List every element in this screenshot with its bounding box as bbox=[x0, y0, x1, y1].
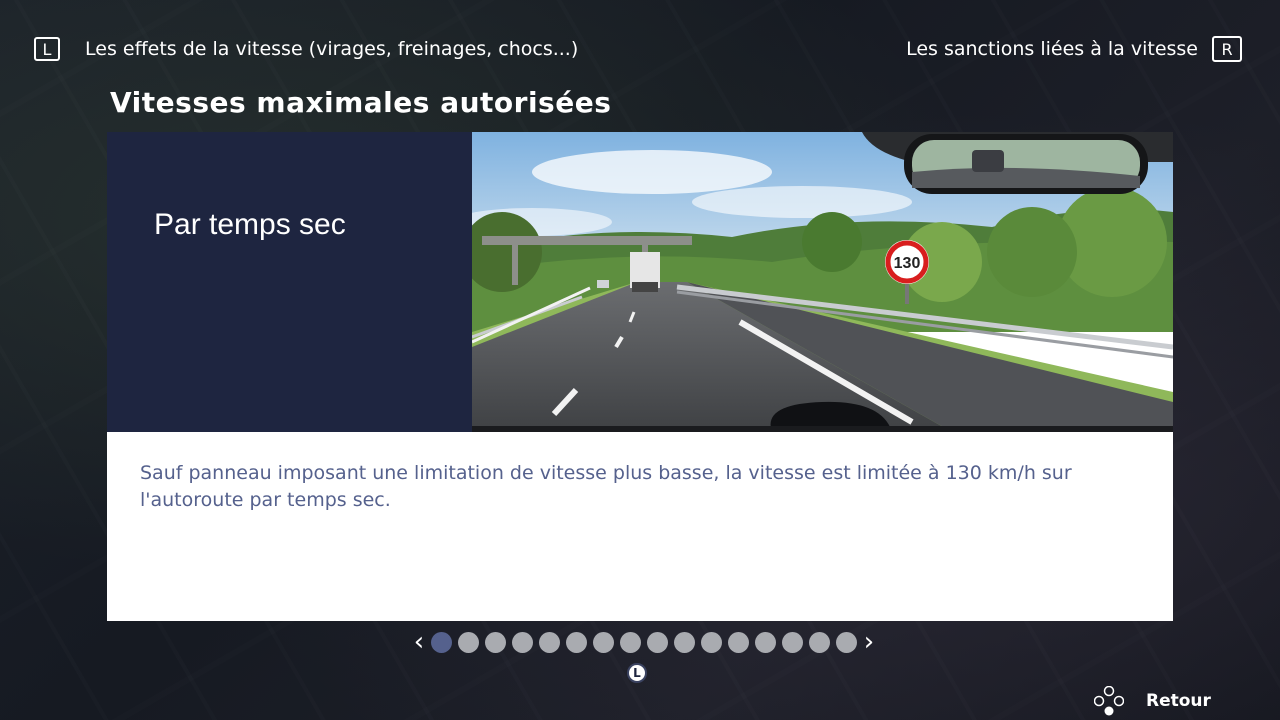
info-card: Par temps sec 130 Sauf panneau imposant … bbox=[107, 132, 1173, 621]
l-stick-icon: L bbox=[627, 663, 647, 683]
card-description: Sauf panneau imposant une limitation de … bbox=[140, 462, 1072, 511]
card-heading-panel: Par temps sec bbox=[107, 132, 472, 432]
page-dot[interactable] bbox=[593, 631, 614, 653]
page-dot[interactable] bbox=[755, 631, 776, 653]
page-indicator: ‹ › bbox=[410, 628, 878, 656]
r-button-icon: R bbox=[1212, 36, 1242, 62]
highway-illustration: 130 bbox=[472, 132, 1173, 432]
page-dot[interactable] bbox=[728, 631, 749, 653]
page-dot[interactable] bbox=[782, 631, 803, 653]
page-dot[interactable] bbox=[485, 631, 506, 653]
speed-sign-value: 130 bbox=[894, 255, 921, 272]
page-dot[interactable] bbox=[458, 631, 479, 653]
controller-buttons-icon bbox=[1094, 686, 1124, 716]
page-dot[interactable] bbox=[431, 631, 452, 653]
back-button[interactable]: Retour bbox=[1094, 686, 1211, 716]
card-heading: Par temps sec bbox=[154, 208, 346, 241]
page-title: Vitesses maximales autorisées bbox=[110, 86, 612, 119]
page-dot[interactable] bbox=[674, 631, 695, 653]
next-section-nav[interactable]: Les sanctions liées à la vitesse R bbox=[906, 34, 1242, 64]
back-label: Retour bbox=[1146, 691, 1211, 711]
highway-photo: 130 bbox=[472, 132, 1173, 432]
prev-section-nav[interactable]: L Les effets de la vitesse (virages, fre… bbox=[34, 34, 578, 64]
page-dot[interactable] bbox=[620, 631, 641, 653]
page-dot[interactable] bbox=[512, 631, 533, 653]
page-dot[interactable] bbox=[809, 631, 830, 653]
page-dot[interactable] bbox=[836, 631, 857, 653]
page-dot[interactable] bbox=[647, 631, 668, 653]
l-button-icon: L bbox=[34, 37, 60, 61]
page-dot[interactable] bbox=[539, 631, 560, 653]
prev-section-label: Les effets de la vitesse (virages, frein… bbox=[85, 38, 579, 60]
next-section-label: Les sanctions liées à la vitesse bbox=[906, 38, 1198, 60]
chevron-right-icon[interactable]: › bbox=[860, 629, 878, 655]
page-dot[interactable] bbox=[701, 631, 722, 653]
chevron-left-icon[interactable]: ‹ bbox=[410, 629, 428, 655]
page-dot[interactable] bbox=[566, 631, 587, 653]
